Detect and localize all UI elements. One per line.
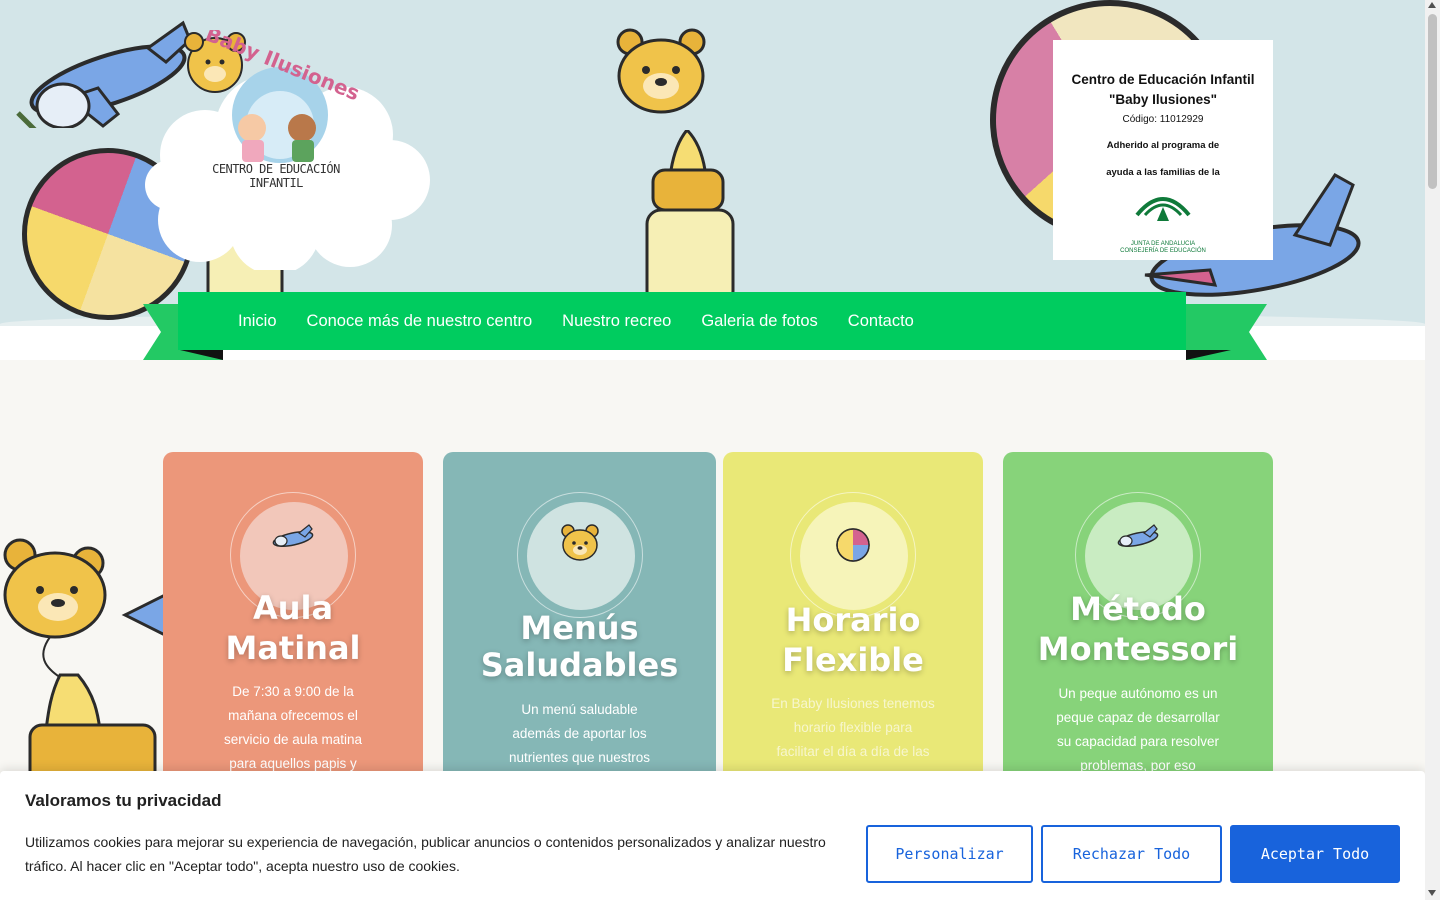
card-icon-bubble — [516, 492, 643, 618]
cookie-banner-text: Utilizamos cookies para mejorar su exper… — [25, 834, 826, 874]
accept-all-cookies-button[interactable]: Aceptar Todo — [1230, 825, 1400, 883]
teddy-bear-balloon-illustration — [3, 538, 165, 785]
airplane-icon — [272, 524, 314, 547]
badge-logo-label2: CONSEJERÍA DE EDUCACIÓN — [1120, 248, 1206, 254]
scroll-up-arrow-icon[interactable] — [1428, 2, 1436, 8]
reject-all-cookies-button[interactable]: Rechazar Todo — [1041, 825, 1222, 883]
junta-andalucia-logo-icon — [1135, 197, 1191, 221]
junta-andalucia-badge: Centro de Educación Infantil "Baby Ilusi… — [1053, 40, 1273, 260]
nav-item-contacto[interactable]: Contacto — [848, 312, 914, 331]
logo-caption: CENTRO DE EDUCACIÓN INFANTIL — [212, 162, 340, 190]
card-text: En Baby Ilusiones tenemos horario flexib… — [771, 696, 935, 759]
feature-card-horario-flexible: Horario Flexible En Baby Ilusiones tenem… — [723, 452, 983, 782]
card-title-line2: Flexible — [782, 641, 924, 679]
teddy-bear-illustration — [616, 28, 706, 114]
card-text: De 7:30 a 9:00 de la mañana ofrecemos el… — [223, 684, 363, 771]
badge-text-line1: Adherido al programa de — [1106, 140, 1220, 151]
card-title-line2: Saludables — [480, 646, 679, 684]
badge-logo-label1: JUNTA DE ANDALUCIA — [1130, 241, 1196, 247]
badge-title-line1: Centro de Educación Infantil — [1071, 72, 1255, 87]
main-nav: Inicio Conoce más de nuestro centro Nues… — [178, 292, 1186, 350]
badge-code: Código: 11012929 — [1122, 114, 1204, 125]
nav-item-recreo[interactable]: Nuestro recreo — [562, 312, 671, 331]
feature-card-aula-matinal: Aula Matinal De 7:30 a 9:00 de la mañana… — [163, 452, 423, 782]
card-title-line1: Aula — [252, 589, 334, 627]
badge-title-line2: "Baby Ilusiones" — [1108, 92, 1218, 107]
feature-card-menus-saludables: Menús Saludables Un menú saludable ademá… — [443, 452, 716, 782]
card-text: Un menú saludable además de aportar los … — [508, 702, 651, 782]
card-title-line1: Método — [1070, 590, 1206, 628]
card-title-line1: Horario — [785, 601, 921, 639]
badge-text-line2: ayuda a las familias de la — [1106, 167, 1220, 178]
feature-card-metodo-montessori: Método Montessori Un peque autónomo es u… — [1003, 452, 1273, 782]
scrollbar-thumb[interactable] — [1428, 14, 1437, 189]
airplane-icon — [1117, 524, 1159, 547]
scroll-down-arrow-icon[interactable] — [1428, 890, 1436, 896]
page-scrollbar[interactable] — [1425, 0, 1440, 900]
nav-item-galeria[interactable]: Galeria de fotos — [701, 312, 817, 331]
cookie-banner-title: Valoramos tu privacidad — [25, 791, 222, 810]
nav-item-conoce[interactable]: Conoce más de nuestro centro — [307, 312, 533, 331]
customize-cookies-button[interactable]: Personalizar — [866, 825, 1033, 883]
cookie-consent-banner: Valoramos tu privacidad Utilizamos cooki… — [0, 771, 1425, 900]
card-title-line2: Montessori — [1037, 630, 1239, 668]
baby-bottle-illustration — [645, 130, 735, 300]
card-text: Un peque autónomo es un peque capaz de d… — [1056, 686, 1220, 773]
card-title-line2: Matinal — [225, 629, 361, 667]
beach-ball-icon — [836, 528, 870, 562]
nav-item-inicio[interactable]: Inicio — [238, 312, 277, 331]
teddy-bear-icon — [560, 524, 599, 561]
card-title-line1: Menús — [520, 609, 639, 647]
